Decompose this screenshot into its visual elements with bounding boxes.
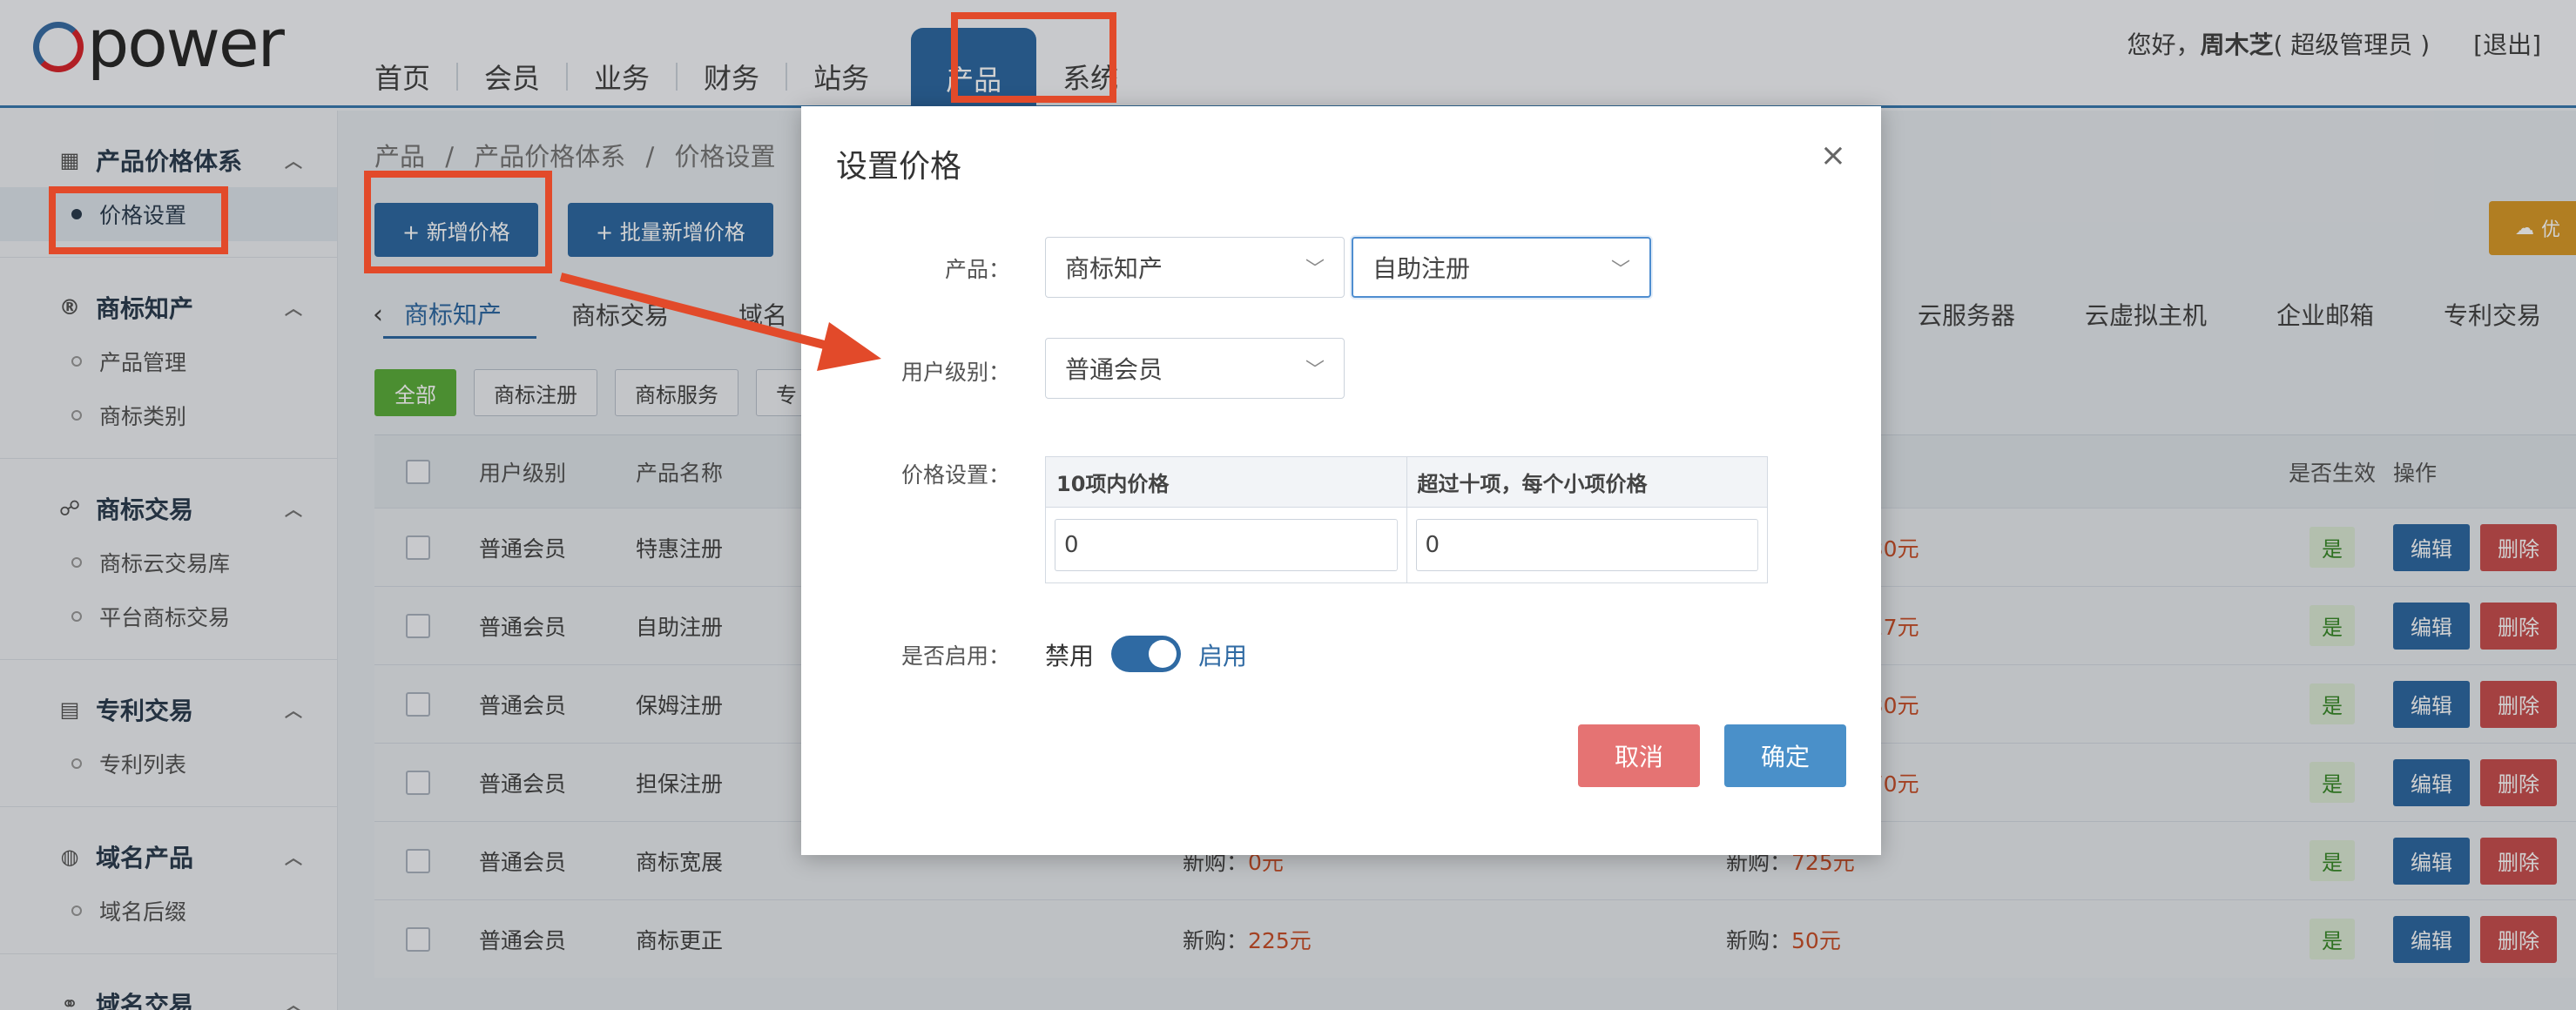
product-category-value: 商标知产 [1065, 254, 1163, 283]
chevron-down-icon: ﹀ [1305, 259, 1325, 280]
price-within-10-input[interactable]: 0 [1055, 519, 1398, 571]
confirm-button[interactable]: 确定 [1724, 724, 1846, 787]
price-col-over-10: 超过十项，每个小项价格 [1417, 472, 1648, 496]
product-type-value: 自助注册 [1372, 254, 1471, 283]
price-table-body: 0 0 [1046, 508, 1767, 582]
set-price-modal: 设置价格 × 产品： 商标知产 ﹀ 自助注册 ﹀ 用户级别： 普通会员 ﹀ 价格… [801, 106, 1881, 855]
price-col-within-10: 10项内价格 [1046, 457, 1407, 507]
price2-cell: 0 [1407, 508, 1768, 582]
user-level-value: 普通会员 [1065, 355, 1163, 384]
close-icon[interactable]: × [1820, 138, 1846, 173]
enable-text: 启用 [1198, 642, 1248, 670]
product-type-select[interactable]: 自助注册 ﹀ [1352, 237, 1651, 298]
product-category-select[interactable]: 商标知产 ﹀ [1045, 237, 1345, 298]
enable-toggle[interactable] [1111, 636, 1181, 672]
cancel-button[interactable]: 取消 [1578, 724, 1700, 787]
product-label: 产品： [944, 257, 1010, 282]
price-settings-label: 价格设置： [900, 462, 1010, 488]
price-over-10-input[interactable]: 0 [1415, 519, 1758, 571]
modal-title: 设置价格 [836, 149, 962, 185]
disable-text: 禁用 [1045, 642, 1095, 670]
user-level-select[interactable]: 普通会员 ﹀ [1045, 338, 1345, 399]
enable-label: 是否启用： [900, 643, 1010, 669]
price-settings-table: 10项内价格 超过十项，每个小项价格 0 0 [1045, 456, 1768, 583]
price-table-header: 10项内价格 超过十项，每个小项价格 [1046, 457, 1767, 508]
chevron-down-icon: ﹀ [1610, 259, 1630, 281]
user-level-label: 用户级别： [900, 360, 1010, 385]
chevron-down-icon: ﹀ [1305, 360, 1325, 381]
price1-cell: 0 [1046, 508, 1407, 582]
